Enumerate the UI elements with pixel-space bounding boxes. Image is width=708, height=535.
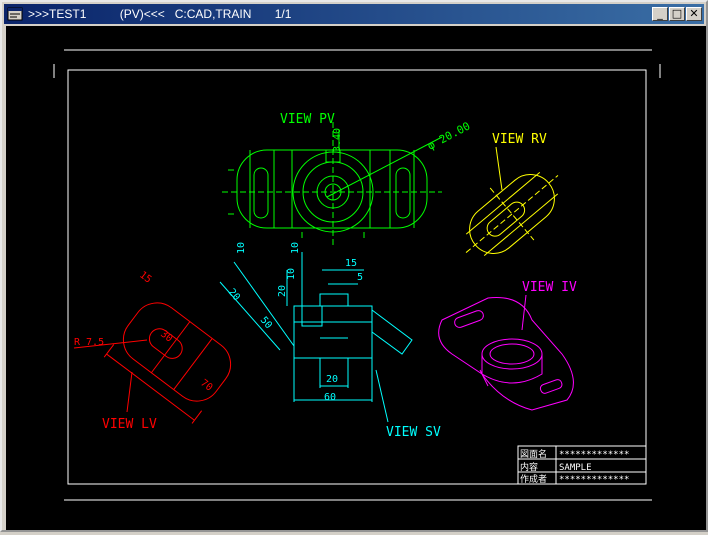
view-rv <box>465 172 559 256</box>
sv-dim-10a: 10 <box>236 242 247 254</box>
tb-author-label: 作成者 <box>520 473 547 485</box>
window-title: >>>TEST1 (PV)<<< C:CAD,TRAIN 1/1 <box>28 7 292 21</box>
lv-dim-15: 15 <box>137 270 153 286</box>
tb-drawing-name-label: 図面名 <box>520 448 547 460</box>
sv-dim-50: 50 <box>258 315 274 331</box>
sv-dim-10c: 10 <box>286 268 297 280</box>
sv-label[interactable]: VIEW SV <box>386 425 441 440</box>
sv-dim-15: 15 <box>345 258 357 269</box>
iv-label[interactable]: VIEW IV <box>522 280 577 295</box>
sv-dim-20a: 20 <box>277 285 288 297</box>
title-bar[interactable]: >>>TEST1 (PV)<<< C:CAD,TRAIN 1/1 _ □ ✕ <box>4 4 704 24</box>
iv-arrow <box>521 294 527 331</box>
lv-label[interactable]: VIEW LV <box>102 417 157 432</box>
tb-content-value: SAMPLE <box>559 463 592 473</box>
sv-dim-5: 5 <box>357 272 363 283</box>
view-iv <box>438 296 574 411</box>
minimize-button[interactable]: _ <box>652 7 668 21</box>
sv-dim-60: 60 <box>324 392 336 403</box>
view-lv <box>103 302 232 424</box>
drawing-canvas[interactable]: VIEW PV 3.40 φ 20.00 VIEW RV VIEW IV 15 … <box>6 26 706 530</box>
tb-content-label: 内容 <box>520 461 538 473</box>
drawing-svg: VIEW PV 3.40 φ 20.00 VIEW RV VIEW IV 15 … <box>53 49 661 501</box>
sv-dim-10b: 10 <box>290 242 301 254</box>
view-sv <box>219 252 413 402</box>
lv-arrow <box>126 371 133 413</box>
rv-label[interactable]: VIEW RV <box>492 132 547 147</box>
pv-dim-small: 3.40 <box>332 128 343 152</box>
cad-window: >>>TEST1 (PV)<<< C:CAD,TRAIN 1/1 _ □ ✕ V… <box>0 0 708 532</box>
sv-dim-20b: 20 <box>226 287 242 303</box>
view-pv <box>228 149 428 238</box>
pv-dim-diameter: φ 20.00 <box>425 119 472 152</box>
rv-arrow <box>495 146 503 191</box>
tb-drawing-name-value: ************* <box>559 450 629 460</box>
app-icon[interactable] <box>7 6 23 22</box>
sv-arrow <box>375 369 389 423</box>
lv-dim-30: 30 <box>158 329 174 345</box>
maximize-button[interactable]: □ <box>669 7 685 21</box>
lv-dim-70: 70 <box>198 378 214 394</box>
close-button[interactable]: ✕ <box>686 7 702 21</box>
pv-label[interactable]: VIEW PV <box>280 112 335 127</box>
pv-leader <box>326 130 443 198</box>
tb-author-value: ************* <box>559 475 629 485</box>
sv-dim-20c: 20 <box>326 374 338 385</box>
